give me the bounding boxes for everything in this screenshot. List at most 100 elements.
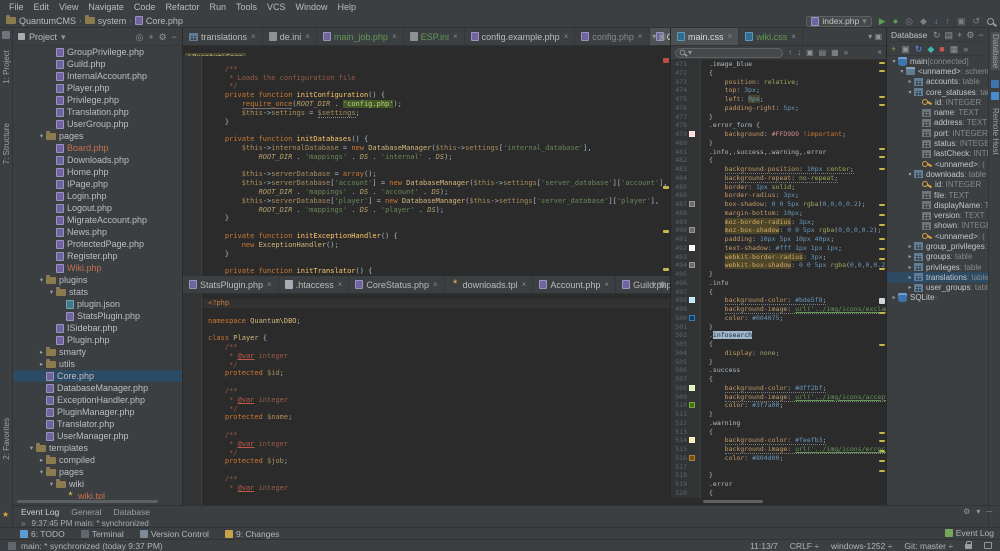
close-tab-icon[interactable]: × — [604, 280, 609, 289]
line-number[interactable]: 481 — [671, 148, 689, 157]
line-number[interactable]: 509 — [671, 393, 689, 402]
chevron-down-icon[interactable]: ▾ — [61, 32, 66, 42]
search-input[interactable]: ▾ — [675, 47, 783, 58]
line-number[interactable]: 487 — [671, 200, 689, 209]
tab-bar-options[interactable]: ▾ ▣ — [652, 28, 666, 45]
tree-item-Privilege.php[interactable]: Privilege.php — [13, 94, 182, 106]
tree-toggle-icon[interactable]: ▾ — [37, 132, 46, 140]
coverage-button[interactable]: ◎ — [905, 16, 913, 26]
tab-bar-options[interactable]: ▾ ▣ — [652, 276, 666, 293]
gear-icon[interactable]: ⚙ — [159, 32, 167, 42]
line-number[interactable]: 474 — [671, 86, 689, 95]
tab-ESP.ini[interactable]: ESP.ini × — [404, 28, 465, 45]
line-number[interactable]: 504 — [671, 349, 689, 358]
line-number[interactable]: 475 — [671, 95, 689, 104]
code-area-player-php[interactable]: <?php namespace Quantum\DBO; class Playe… — [183, 294, 670, 505]
tree-item-pages[interactable]: ▾ pages — [13, 466, 182, 478]
menu-file[interactable]: File — [4, 2, 29, 12]
tree-toggle-icon[interactable]: ▾ — [47, 288, 56, 296]
line-number[interactable]: 472 — [671, 69, 689, 78]
error-stripe-mark[interactable] — [879, 344, 885, 346]
line-number[interactable]: 497 — [671, 288, 689, 297]
tree-toggle-icon[interactable]: ▸ — [37, 360, 46, 368]
line-number[interactable]: 495 — [671, 270, 689, 279]
tree-toggle-icon[interactable]: ▸ — [906, 274, 914, 281]
line-number[interactable]: 517 — [671, 463, 689, 472]
line-number[interactable]: 520 — [671, 489, 689, 498]
tree-item-utils[interactable]: ▸ utils — [13, 358, 182, 370]
more-options-icon[interactable]: » — [844, 48, 848, 57]
tree-item-Logout.php[interactable]: Logout.php — [13, 202, 182, 214]
tree-toggle-icon[interactable]: ▾ — [47, 480, 56, 488]
tool-button-terminal[interactable]: Terminal — [80, 529, 124, 539]
line-number[interactable]: 515 — [671, 445, 689, 454]
tree-item-pages[interactable]: ▾ pages — [13, 130, 182, 142]
db-item-id[interactable]: id: INTEGER — [887, 180, 988, 190]
close-tab-icon[interactable]: × — [392, 32, 397, 41]
close-tab-icon[interactable]: × — [433, 280, 438, 289]
chevron-down-icon[interactable]: ▾ — [976, 507, 980, 516]
tool-button-favorites[interactable]: 2: Favorites — [2, 418, 11, 460]
menu-run[interactable]: Run — [204, 2, 231, 12]
tab-CoreStatus.php[interactable]: CoreStatus.php × — [349, 276, 445, 293]
line-number[interactable]: 505 — [671, 358, 689, 367]
tree-item-Translation.php[interactable]: Translation.php — [13, 106, 182, 118]
code-area-main-css[interactable]: 471 .image_blue 472 {473 position: relative… — [671, 60, 886, 505]
duplicate-icon[interactable]: ▣ — [901, 44, 910, 54]
tree-toggle-icon[interactable]: ▾ — [890, 58, 898, 65]
lock-icon[interactable] — [965, 541, 972, 549]
db-item-file[interactable]: file: TEXT — [887, 190, 988, 200]
filter-search-icon[interactable]: ▤ — [819, 48, 827, 57]
error-stripe-mark[interactable] — [879, 62, 885, 64]
error-stripe-mark[interactable] — [879, 298, 885, 304]
line-number[interactable]: 479 — [671, 130, 689, 139]
tree-item-MigrateAccount.php[interactable]: MigrateAccount.php — [13, 214, 182, 226]
line-number[interactable]: 496 — [671, 279, 689, 288]
tool-button-version-control[interactable]: Version Control — [139, 529, 209, 539]
close-tab-icon[interactable]: × — [305, 32, 310, 41]
error-stripe-mark[interactable] — [879, 168, 885, 170]
tree-item-UserManager.php[interactable]: UserManager.php — [13, 430, 182, 442]
tree-item-Home.php[interactable]: Home.php — [13, 166, 182, 178]
tab-Account.php[interactable]: Account.php × — [533, 276, 617, 293]
error-stripe-mark[interactable] — [879, 268, 885, 270]
tool-button-remote-host[interactable]: Remote Host — [991, 108, 1000, 155]
line-number[interactable]: 503 — [671, 340, 689, 349]
line-number[interactable]: 489 — [671, 218, 689, 227]
menu-tools[interactable]: Tools — [231, 2, 262, 12]
line-number[interactable]: 511 — [671, 410, 689, 419]
tree-item-Register.php[interactable]: Register.php — [13, 250, 182, 262]
tab-config.example.php[interactable]: config.example.php × — [465, 28, 576, 45]
close-tab-icon[interactable]: × — [338, 280, 343, 289]
db-item-privileges[interactable]: ▸ privileges: table — [887, 262, 988, 272]
profiler-button[interactable]: ◆ — [920, 16, 927, 26]
run-configuration-select[interactable]: index.php ▾ — [806, 15, 872, 27]
background-tasks-icon[interactable] — [8, 541, 16, 550]
breadcrumb-item[interactable]: system — [84, 15, 126, 26]
tree-item-PluginManager.php[interactable]: PluginManager.php — [13, 406, 182, 418]
error-stripe-mark[interactable] — [879, 440, 885, 442]
db-item-downloads[interactable]: ▾ downloads: table — [887, 169, 988, 179]
line-number[interactable]: 483 — [671, 165, 689, 174]
gear-icon[interactable]: ⚙ — [966, 30, 974, 40]
error-stripe-mark[interactable] — [879, 460, 885, 462]
db-item-core_statuses[interactable]: ▾ core_statuses: table — [887, 87, 988, 97]
tree-toggle-icon[interactable]: ▸ — [906, 78, 914, 85]
menu-navigate[interactable]: Navigate — [83, 2, 129, 12]
line-number[interactable]: 485 — [671, 183, 689, 192]
error-stripe-mark[interactable] — [879, 96, 885, 98]
tab-config.php[interactable]: config.php × — [575, 28, 650, 45]
error-stripe-mark[interactable] — [879, 312, 885, 314]
db-item-name[interactable]: name: TEXT — [887, 107, 988, 117]
event-log-tab-general[interactable]: General — [71, 507, 101, 517]
panel-layout-icon[interactable]: ▤ — [945, 30, 954, 40]
line-number[interactable]: 480 — [671, 139, 689, 148]
error-stripe-mark[interactable] — [879, 238, 885, 240]
tree-toggle-icon[interactable]: ▾ — [37, 276, 46, 284]
update-project-button[interactable]: ↓ — [934, 16, 939, 26]
project-panel-title[interactable]: Project — [29, 32, 57, 42]
tree-toggle-icon[interactable]: ▾ — [906, 171, 914, 178]
close-tab-icon[interactable]: × — [453, 32, 458, 41]
db-item-unnamed[interactable]: ▾ <unnamed>: schema — [887, 66, 988, 76]
line-number[interactable]: 494 — [671, 261, 689, 270]
